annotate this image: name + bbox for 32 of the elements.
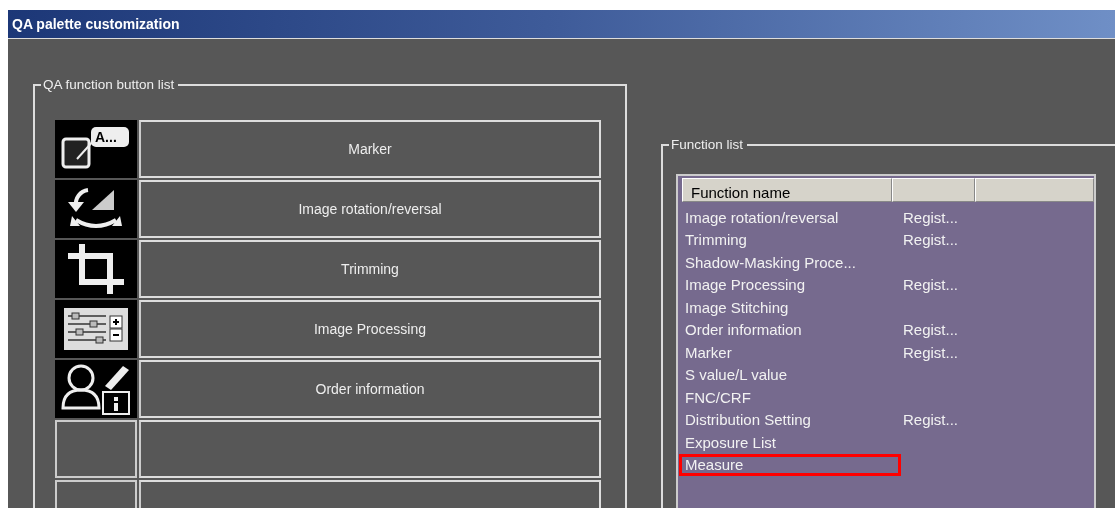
function-name[interactable]: Order information: [679, 318, 901, 341]
empty-function-button[interactable]: [139, 420, 601, 478]
function-name[interactable]: Distribution Setting: [679, 408, 901, 431]
status-text: Regist...: [903, 342, 959, 363]
function-name[interactable]: Trimming: [679, 228, 901, 251]
function-name[interactable]: Image rotation/reversal: [679, 206, 901, 229]
function-name[interactable]: S value/L value: [679, 363, 901, 386]
function-name[interactable]: Exposure List: [679, 431, 901, 454]
function-button[interactable]: Marker: [139, 120, 601, 178]
column-header[interactable]: [975, 178, 1094, 202]
function-button[interactable]: Order information: [139, 360, 601, 418]
empty-icon-slot[interactable]: [55, 420, 137, 478]
status-text: Regist...: [903, 207, 959, 228]
function-button[interactable]: Image rotation/reversal: [139, 180, 601, 238]
status-text: Regist...: [903, 275, 959, 296]
window-title: QA palette customization: [8, 10, 1115, 39]
group-label: QA function button list: [41, 77, 179, 93]
function-button[interactable]: Image Processing: [139, 300, 601, 358]
function-name[interactable]: Image Processing: [679, 273, 901, 296]
column-header[interactable]: Function name: [682, 178, 892, 202]
crop-icon: [66, 242, 126, 296]
function-name[interactable]: Image Stitching: [679, 296, 901, 319]
status-text: Regist...: [903, 320, 959, 341]
sliders-icon: [64, 308, 128, 350]
function-name[interactable]: Shadow-Masking Proce...: [679, 251, 901, 274]
function-button[interactable]: Trimming: [139, 240, 601, 298]
status-text: Regist...: [903, 410, 959, 431]
column-header[interactable]: [891, 178, 976, 202]
status-text: Regist...: [903, 230, 959, 251]
function-name[interactable]: Marker: [679, 341, 901, 364]
function-name[interactable]: FNC/CRF: [679, 386, 901, 409]
highlighted-function-name[interactable]: Measure: [679, 453, 901, 476]
